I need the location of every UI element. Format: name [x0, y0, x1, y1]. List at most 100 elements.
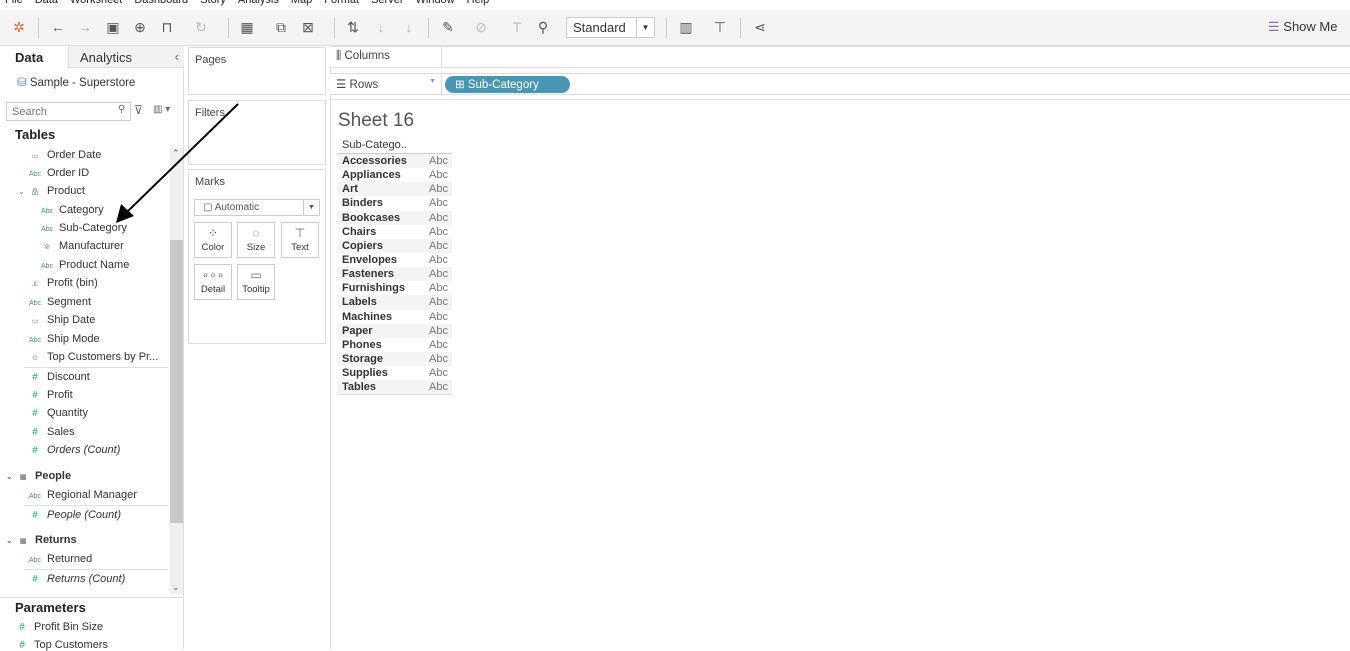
field-item[interactable]: # Sales	[28, 426, 74, 438]
field-item[interactable]: Abc Regional Manager	[28, 489, 137, 501]
table-row[interactable]: Appliances Abc	[337, 168, 452, 182]
table-row[interactable]: Fasteners Abc	[337, 267, 452, 282]
table-row[interactable]: Chairs Abc	[337, 225, 452, 239]
scroll-down-icon[interactable]: ⌄	[172, 582, 180, 593]
show-cards-icon[interactable]: ▥	[677, 19, 695, 36]
table-item[interactable]: ⌄ ▦ People	[6, 470, 71, 482]
table-row[interactable]: Envelopes Abc	[337, 253, 452, 267]
clear-sheet-icon[interactable]: ⊠	[299, 19, 317, 36]
tableau-logo-icon[interactable]: ✲	[10, 19, 28, 36]
presentation-icon[interactable]: ⊤	[711, 19, 729, 36]
table-row[interactable]: Bookcases Abc	[337, 210, 452, 225]
scrollbar-thumb[interactable]	[170, 240, 183, 523]
mark-type-select[interactable]: ▢ Automatic ▼	[194, 199, 320, 216]
field-item[interactable]: Abc Product Name	[40, 259, 129, 271]
field-item[interactable]: # Discount	[28, 371, 90, 383]
search-input[interactable]	[6, 102, 131, 121]
swap-icon[interactable]: ⇅	[344, 19, 362, 36]
menu-item[interactable]: Server	[371, 0, 403, 8]
field-item[interactable]: Abc Ship Mode	[28, 333, 100, 345]
highlight-icon[interactable]: ✎	[439, 19, 457, 36]
menu-item[interactable]: Story	[200, 0, 226, 8]
field-item[interactable]: ▭ Ship Date	[28, 314, 96, 326]
undo-icon[interactable]: ←	[49, 19, 67, 35]
scroll-up-icon[interactable]: ⌃	[172, 148, 180, 159]
menu-item[interactable]: Help	[467, 0, 490, 8]
sort-desc-icon[interactable]: ↓	[400, 19, 418, 35]
table-row[interactable]: Machines Abc	[337, 310, 452, 324]
pause-updates-icon[interactable]: ⊓	[158, 19, 176, 36]
tab-analytics[interactable]: Analytics ‹	[68, 46, 184, 68]
field-item[interactable]: ▭ Order Date	[28, 149, 102, 161]
text-button[interactable]: ⊤ Text	[281, 222, 319, 258]
detail-button[interactable]: ∘∘∘ Detail	[194, 264, 232, 300]
parameter-item[interactable]: # Profit Bin Size	[15, 621, 103, 633]
field-item[interactable]: Abc Segment	[28, 296, 91, 308]
field-item[interactable]: Abc Sub-Category	[40, 222, 127, 234]
menu-item[interactable]: Analysis	[238, 0, 279, 8]
menu-item[interactable]: Data	[35, 0, 58, 8]
field-item[interactable]: ⌄ 品 Product	[18, 185, 85, 197]
duplicate-sheet-icon[interactable]: ⧉	[272, 19, 290, 36]
parameter-item[interactable]: # Top Customers	[15, 639, 108, 651]
columns-shelf[interactable]: ⫼ Columns	[330, 46, 1350, 68]
table-row[interactable]: Furnishings Abc	[337, 281, 452, 295]
menu-item[interactable]: File	[5, 0, 23, 8]
redo-icon[interactable]: →	[76, 19, 94, 35]
table-row[interactable]: Phones Abc	[337, 338, 452, 352]
refresh-icon[interactable]: ↻	[192, 19, 210, 36]
field-item[interactable]: # Returns (Count)	[28, 573, 125, 585]
table-item[interactable]: ⌄ ▦ Returns	[6, 534, 77, 546]
field-item[interactable]: Abc Returned	[28, 553, 92, 565]
table-row[interactable]: Tables Abc	[337, 380, 452, 395]
share-icon[interactable]: ⋖	[751, 19, 769, 36]
cell-placeholder: Abc	[429, 253, 448, 266]
field-item[interactable]: # Profit	[28, 389, 72, 401]
field-item[interactable]: # People (Count)	[28, 509, 121, 521]
size-button[interactable]: ◌ Size	[237, 222, 275, 258]
field-item[interactable]: Abc Category	[40, 204, 104, 216]
chevron-down-icon[interactable]: ⌄	[18, 187, 25, 196]
chevron-down-icon[interactable]: ⌄	[6, 536, 13, 545]
chevron-down-icon[interactable]: ⌄	[6, 472, 13, 481]
new-datasource-icon[interactable]: ⊕	[131, 19, 149, 36]
table-row[interactable]: Labels Abc	[337, 295, 452, 310]
labels-icon[interactable]: T	[508, 19, 526, 35]
table-row[interactable]: Storage Abc	[337, 351, 452, 367]
field-item[interactable]: .ıl. Profit (bin)	[28, 277, 97, 289]
tab-data[interactable]: Data	[15, 46, 43, 68]
collapse-pane-icon[interactable]: ‹	[175, 49, 179, 64]
menu-item[interactable]: Worksheet	[70, 0, 122, 8]
view-options-icon[interactable]: ▥ ▾	[153, 104, 170, 115]
table-row[interactable]: Copiers Abc	[337, 238, 452, 253]
tooltip-button[interactable]: ▭ Tooltip	[237, 264, 275, 300]
menu-item[interactable]: Map	[291, 0, 312, 8]
pages-card[interactable]: Pages	[188, 47, 326, 95]
group-icon[interactable]: ⊘	[472, 19, 490, 36]
table-row[interactable]: Art Abc	[337, 182, 452, 197]
fit-select[interactable]: Standard ▼	[566, 17, 655, 38]
pin-icon[interactable]: ⚲	[534, 19, 552, 36]
table-row[interactable]: Paper Abc	[337, 323, 452, 338]
column-header[interactable]: Sub-Catego..	[337, 138, 452, 154]
field-item[interactable]: # Orders (Count)	[28, 444, 120, 456]
table-row[interactable]: Accessories Abc	[337, 154, 452, 169]
datasource[interactable]: ⛁ Sample - Superstore	[17, 75, 135, 89]
new-worksheet-icon[interactable]: ▦	[238, 19, 256, 36]
field-item[interactable]: ⊙ Top Customers by Pr...	[28, 351, 158, 363]
sort-asc-icon[interactable]: ↓	[372, 19, 390, 35]
table-row[interactable]: Supplies Abc	[337, 366, 452, 380]
field-item[interactable]: Abc Order ID	[28, 167, 89, 179]
field-item[interactable]: # Quantity	[28, 407, 88, 419]
show-me-button[interactable]: ☰ Show Me	[1268, 19, 1337, 35]
menu-item[interactable]: Window	[416, 0, 455, 8]
sub-category-pill[interactable]: ⊞ Sub-Category	[445, 76, 570, 93]
menu-item[interactable]: Dashboard	[134, 0, 188, 8]
filter-icon[interactable]: ⊽	[134, 103, 143, 117]
filters-card[interactable]: Filters	[188, 100, 326, 165]
save-icon[interactable]: ▣	[104, 19, 122, 36]
field-item[interactable]: ⊘ Manufacturer	[40, 240, 124, 252]
table-row[interactable]: Binders Abc	[337, 196, 452, 210]
menu-item[interactable]: Format	[324, 0, 359, 8]
color-button[interactable]: ⁘ Color	[194, 222, 232, 258]
